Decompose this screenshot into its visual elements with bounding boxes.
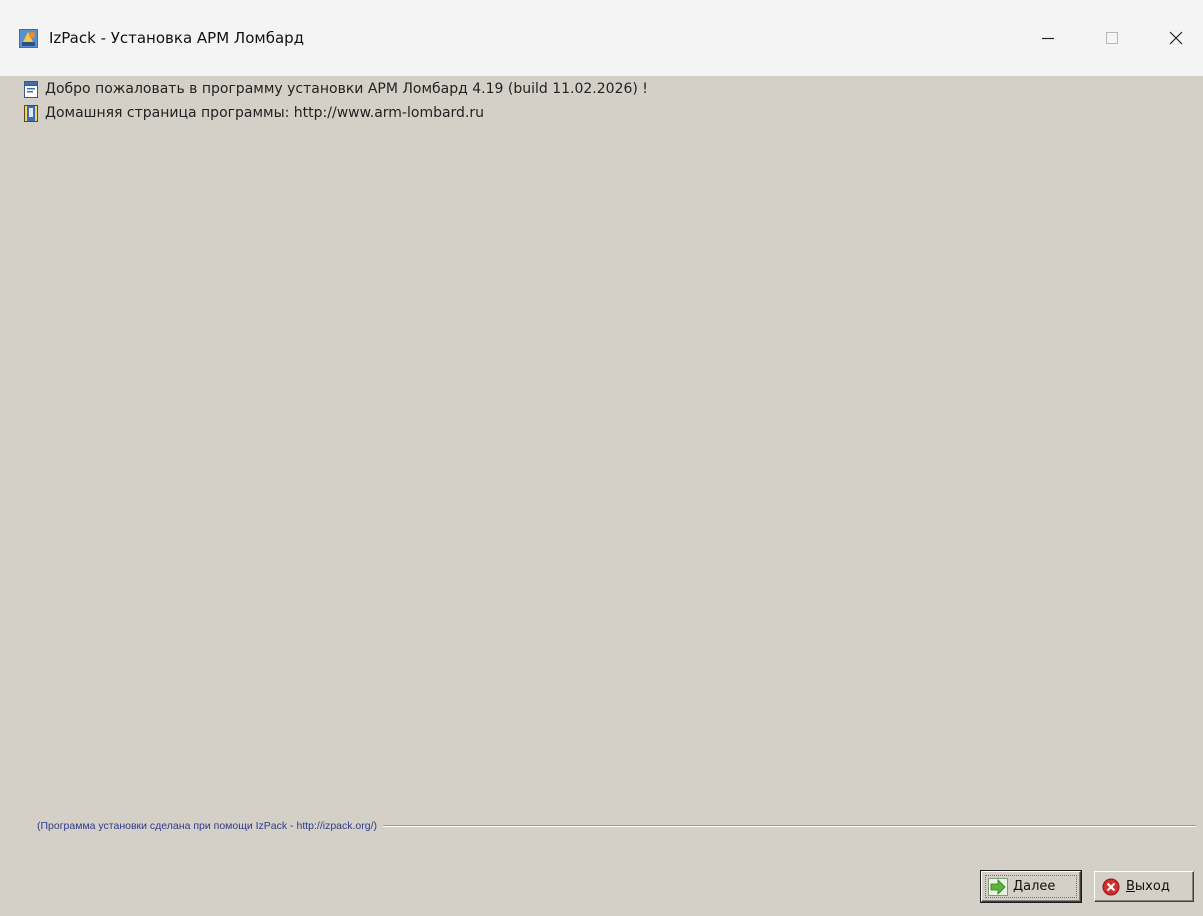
installer-window: IzPack - Установка АРМ Ломбард Добро пож…	[0, 0, 1203, 916]
close-button[interactable]	[1153, 22, 1199, 54]
window-title: IzPack - Установка АРМ Ломбард	[49, 29, 305, 47]
maximize-button[interactable]	[1089, 22, 1135, 54]
maximize-icon	[1106, 32, 1118, 44]
minimize-icon	[1042, 37, 1054, 40]
minimize-button[interactable]	[1025, 22, 1071, 54]
info-panel-icon	[24, 80, 38, 98]
homepage-line: Домашняя страница программы: http://www.…	[24, 103, 484, 123]
izpack-app-icon	[19, 29, 38, 48]
footer-credits: (Программа установки сделана при помощи …	[37, 819, 1196, 833]
exit-icon	[1102, 878, 1120, 895]
next-button[interactable]: Далее	[980, 870, 1082, 903]
exit-button-label: Выход	[1126, 879, 1170, 894]
title-bar[interactable]: IzPack - Установка АРМ Ломбард	[0, 0, 1203, 76]
homepage-text: Домашняя страница программы: http://www.…	[45, 105, 485, 121]
welcome-message: Добро пожаловать в программу установки А…	[24, 79, 648, 99]
exit-button[interactable]: Выход	[1094, 871, 1194, 902]
footer-credits-text: (Программа установки сделана при помощи …	[37, 819, 384, 833]
arrow-right-icon	[988, 877, 1008, 896]
book-icon	[24, 104, 38, 122]
welcome-message-text: Добро пожаловать в программу установки А…	[45, 81, 648, 97]
next-button-label: Далее	[1013, 879, 1056, 894]
close-icon	[1169, 31, 1183, 45]
